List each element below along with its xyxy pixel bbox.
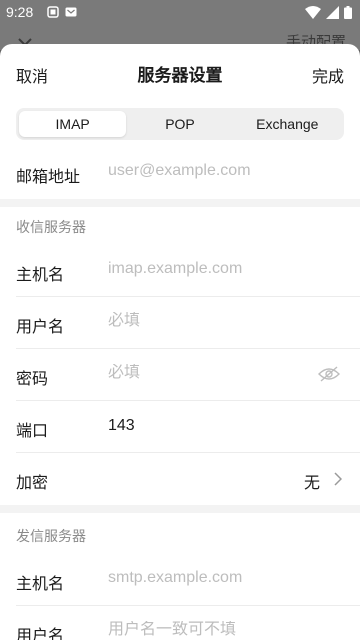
outgoing-section-header: 发信服务器 xyxy=(0,516,360,552)
incoming-password-row: 密码 xyxy=(0,349,360,401)
email-field[interactable] xyxy=(108,162,308,180)
outgoing-username-row: 用户名 xyxy=(0,606,360,640)
section-gap xyxy=(0,199,360,207)
done-button[interactable]: 完成 xyxy=(312,63,344,87)
incoming-port-label: 端口 xyxy=(16,421,49,440)
incoming-section-header: 收信服务器 xyxy=(0,207,360,243)
signal-icon xyxy=(326,6,339,23)
chevron-right-icon xyxy=(334,471,343,490)
outgoing-username-input[interactable] xyxy=(108,621,308,639)
wifi-icon xyxy=(305,6,321,23)
email-label: 邮箱地址 xyxy=(16,167,81,186)
incoming-host-label: 主机名 xyxy=(16,265,65,284)
incoming-username-label: 用户名 xyxy=(16,317,65,336)
incoming-username-input[interactable] xyxy=(108,312,308,330)
server-settings-sheet: 取消 服务器设置 完成 IMAP POP Exchange 邮箱地址 收信服务器… xyxy=(0,44,360,640)
notification-icon xyxy=(47,6,59,22)
incoming-port-row: 端口 143 xyxy=(0,401,360,453)
cancel-button[interactable]: 取消 xyxy=(16,63,48,87)
outgoing-host-row: 主机名 xyxy=(0,554,360,606)
incoming-username-row: 用户名 xyxy=(0,297,360,349)
sheet-header: 取消 服务器设置 完成 xyxy=(0,44,360,102)
email-row: 邮箱地址 xyxy=(0,147,360,199)
outgoing-host-input[interactable] xyxy=(108,569,308,587)
background-title: 手动配置 xyxy=(285,34,346,45)
outgoing-username-label: 用户名 xyxy=(16,626,65,640)
protocol-segmented-control: IMAP POP Exchange xyxy=(16,108,344,140)
section-gap xyxy=(0,505,360,513)
outgoing-section-title: 发信服务器 xyxy=(16,529,86,545)
app-icon xyxy=(65,6,77,22)
eye-off-icon[interactable] xyxy=(318,366,340,386)
incoming-host-input[interactable] xyxy=(108,260,308,278)
tab-exchange[interactable]: Exchange xyxy=(234,111,341,137)
status-time: 9:28 xyxy=(6,4,34,20)
outgoing-host-label: 主机名 xyxy=(16,574,65,593)
status-bar: 9:28 xyxy=(0,0,360,26)
encryption-value: 无 xyxy=(303,473,320,492)
incoming-encryption-label: 加密 xyxy=(16,473,49,492)
incoming-host-row: 主机名 xyxy=(0,245,360,297)
tab-imap[interactable]: IMAP xyxy=(19,111,127,137)
incoming-section-title: 收信服务器 xyxy=(16,220,86,236)
tab-pop[interactable]: POP xyxy=(126,111,233,137)
battery-icon xyxy=(344,6,352,23)
incoming-encryption-row[interactable]: 加密 无 xyxy=(0,453,360,505)
page-title: 服务器设置 xyxy=(137,66,223,86)
incoming-port-input[interactable]: 143 xyxy=(108,417,308,435)
incoming-password-input[interactable] xyxy=(108,364,278,382)
incoming-password-label: 密码 xyxy=(16,369,49,388)
